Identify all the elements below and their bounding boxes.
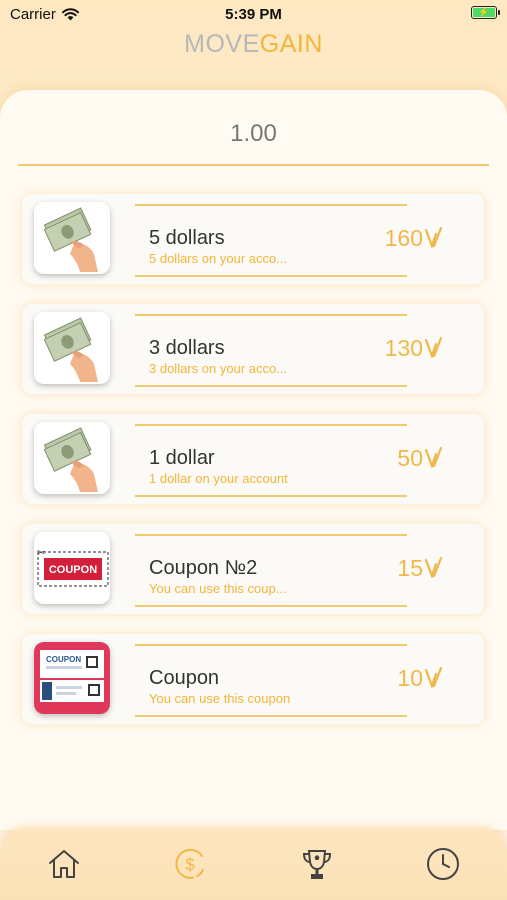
money-hand-image bbox=[34, 312, 110, 384]
reward-title: 3 dollars bbox=[149, 337, 225, 359]
reward-item[interactable]: 5 dollars 5 dollars on your acco... 160 bbox=[22, 194, 484, 284]
reward-price: 10 bbox=[397, 665, 444, 692]
coupon-image: COUPON ✂ bbox=[34, 532, 110, 604]
reward-description: 1 dollar on your account bbox=[149, 471, 288, 486]
reward-item[interactable]: COUPON ✂ Coupon №2 You can use this coup… bbox=[22, 524, 484, 614]
coupon-image-text: COUPON bbox=[49, 564, 97, 576]
clock-time: 5:39 PM bbox=[225, 6, 282, 23]
price-value: 50 bbox=[397, 445, 423, 471]
currency-icon bbox=[424, 666, 443, 690]
row-divider-top bbox=[135, 314, 407, 316]
coupon-ticket-text: COUPON bbox=[46, 655, 81, 664]
price-value: 15 bbox=[397, 555, 423, 581]
currency-icon bbox=[424, 556, 443, 580]
price-value: 130 bbox=[384, 335, 423, 361]
money-hand-image bbox=[34, 422, 110, 494]
price-value: 10 bbox=[397, 665, 423, 691]
logo-move: MOVE bbox=[184, 30, 260, 58]
money-hand-image bbox=[34, 202, 110, 274]
currency-icon bbox=[424, 336, 443, 360]
reward-title: 1 dollar bbox=[149, 447, 215, 469]
balance-value: 1.00 bbox=[230, 120, 277, 147]
reward-price: 15 bbox=[397, 555, 444, 582]
clock-icon[interactable] bbox=[425, 846, 461, 882]
logo-gain: GAIN bbox=[259, 30, 323, 58]
status-bar: Carrier 5:39 PM ⚡ bbox=[0, 0, 507, 28]
dollar-coin-icon[interactable]: $ bbox=[172, 846, 208, 882]
reward-price: 130 bbox=[385, 335, 444, 362]
battery-icon: ⚡ bbox=[471, 6, 500, 19]
reward-description: 5 dollars on your acco... bbox=[149, 251, 288, 266]
reward-price: 160 bbox=[385, 225, 444, 252]
balance-divider bbox=[18, 164, 489, 166]
row-divider-bottom bbox=[135, 385, 407, 387]
reward-description: 3 dollars on your acco... bbox=[149, 361, 288, 376]
row-divider-bottom bbox=[135, 605, 407, 607]
bottom-nav: $ bbox=[0, 828, 507, 900]
row-divider-top bbox=[135, 424, 407, 426]
reward-title: 5 dollars bbox=[149, 227, 225, 249]
reward-description: You can use this coup... bbox=[149, 581, 287, 596]
reward-title: Coupon bbox=[149, 667, 220, 689]
price-value: 160 bbox=[384, 225, 423, 251]
reward-item[interactable]: 3 dollars 3 dollars on your acco... 130 bbox=[22, 304, 484, 394]
currency-icon bbox=[424, 446, 443, 470]
reward-title: Coupon №2 bbox=[149, 557, 258, 579]
home-icon[interactable] bbox=[46, 846, 82, 882]
row-divider-bottom bbox=[135, 495, 407, 497]
row-divider-top bbox=[135, 204, 407, 206]
trophy-icon[interactable] bbox=[299, 846, 335, 882]
app-logo: MOVEGAIN bbox=[0, 30, 507, 59]
svg-text:✂: ✂ bbox=[37, 548, 45, 559]
row-divider-top bbox=[135, 534, 407, 536]
reward-item[interactable]: 1 dollar 1 dollar on your account 50 bbox=[22, 414, 484, 504]
row-divider-bottom bbox=[135, 715, 407, 717]
svg-text:$: $ bbox=[185, 855, 195, 874]
rewards-panel: 1.00 5 dollars 5 dollars on your acco...… bbox=[0, 90, 507, 830]
currency-icon bbox=[424, 226, 443, 250]
coupon-ticket-image: COUPON bbox=[34, 642, 110, 714]
reward-price: 50 bbox=[397, 445, 444, 472]
row-divider-top bbox=[135, 644, 407, 646]
reward-description: You can use this coupon bbox=[149, 691, 291, 706]
reward-item[interactable]: COUPON Coupon You can use this coupon 10 bbox=[22, 634, 484, 724]
row-divider-bottom bbox=[135, 275, 407, 277]
